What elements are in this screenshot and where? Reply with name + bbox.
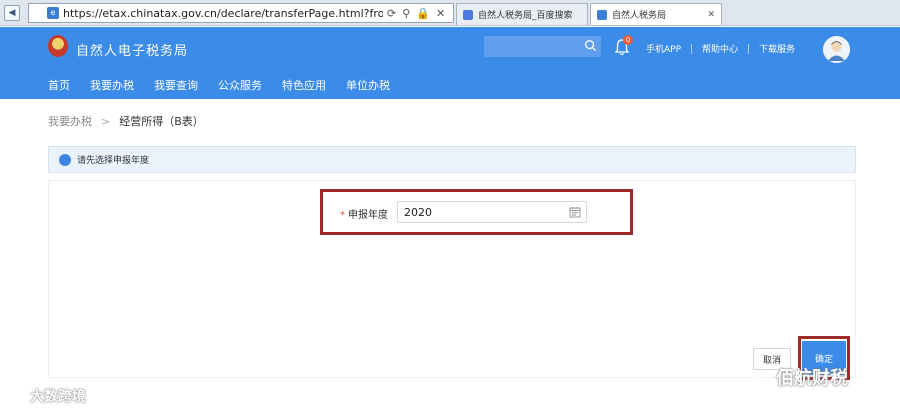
site-title[interactable]: 自然人电子税务局 xyxy=(76,40,188,59)
breadcrumb-current: 经营所得（B表） xyxy=(119,115,204,128)
info-text: 请先选择申报年度 xyxy=(77,156,150,166)
site-favicon-icon: e xyxy=(47,7,59,19)
watermark-right-text: 佰航财税 xyxy=(776,368,848,389)
search-input[interactable] xyxy=(484,36,601,57)
download-service-link[interactable]: 下载服务 xyxy=(759,42,795,55)
calendar-icon[interactable] xyxy=(569,206,581,218)
search-icon[interactable] xyxy=(584,39,597,52)
required-mark: * xyxy=(340,210,345,221)
link-divider xyxy=(691,43,693,54)
year-field-label: * 申报年度 xyxy=(340,206,388,221)
breadcrumb: 我要办税 > 经营所得（B表） xyxy=(48,113,204,129)
link-divider xyxy=(748,43,750,54)
site-favicon-icon xyxy=(597,9,607,20)
watermark-right: 佰航财税 xyxy=(752,364,848,390)
nav-item-tax-handling[interactable]: 我要办税 xyxy=(90,77,134,93)
tab-label: 自然人税务局_百度搜索 xyxy=(478,11,573,21)
chat-bubble-icon xyxy=(8,390,24,404)
watermark-left: 大数跨境 xyxy=(8,386,86,406)
search-icon[interactable]: ⚲ xyxy=(402,7,410,20)
year-value: 2020 xyxy=(404,206,432,219)
breadcrumb-parent[interactable]: 我要办税 xyxy=(48,113,92,129)
address-tools: ⟳ ⚲ 🔒 ✕ xyxy=(387,7,445,20)
avatar[interactable] xyxy=(823,36,850,63)
notification-badge: 0 xyxy=(623,35,633,45)
tab-natural-person-tax[interactable]: 自然人税务局 ✕ xyxy=(590,3,722,25)
tab-baidu-search[interactable]: 自然人税务局_百度搜索 xyxy=(456,3,588,25)
year-picker-input[interactable]: 2020 xyxy=(397,201,587,223)
top-links: 手机APP 帮助中心 下载服务 xyxy=(646,42,795,55)
nav-item-special-apps[interactable]: 特色应用 xyxy=(282,77,326,93)
user-avatar-icon xyxy=(823,36,850,63)
info-icon xyxy=(59,153,71,166)
browser-toolbar: ◀ e https://etax.chinatax.gov.cn/declare… xyxy=(0,0,900,26)
close-icon[interactable]: ✕ xyxy=(436,7,445,20)
main-nav: 首页 我要办税 我要查询 公众服务 特色应用 单位办税 xyxy=(48,77,390,93)
tab-close-icon[interactable]: ✕ xyxy=(697,10,715,20)
baidu-paw-icon xyxy=(463,9,473,20)
site-header: 自然人电子税务局 0 手机APP 帮助中心 下载服务 首页 我要办税 我要查询 … xyxy=(0,27,900,99)
back-button[interactable]: ◀ xyxy=(4,4,20,21)
watermark-left-text: 大数跨境 xyxy=(30,389,86,405)
breadcrumb-separator: > xyxy=(101,114,111,128)
help-center-link[interactable]: 帮助中心 xyxy=(702,42,738,55)
refresh-icon[interactable]: ⟳ xyxy=(387,7,396,20)
address-bar[interactable]: e https://etax.chinatax.gov.cn/declare/t… xyxy=(28,3,454,23)
wechat-icon xyxy=(752,370,770,384)
mobile-app-link[interactable]: 手机APP xyxy=(646,42,681,55)
nav-item-unit-tax[interactable]: 单位办税 xyxy=(346,77,390,93)
nav-item-home[interactable]: 首页 xyxy=(48,77,70,93)
tab-label: 自然人税务局 xyxy=(612,11,667,21)
nav-item-query[interactable]: 我要查询 xyxy=(154,77,198,93)
tax-emblem-icon xyxy=(48,35,68,57)
address-url: https://etax.chinatax.gov.cn/declare/tra… xyxy=(63,6,383,20)
nav-item-public-service[interactable]: 公众服务 xyxy=(218,77,262,93)
info-bar: 请先选择申报年度 xyxy=(48,146,856,173)
lock-icon: 🔒 xyxy=(416,6,430,20)
year-label-text: 申报年度 xyxy=(348,210,388,221)
